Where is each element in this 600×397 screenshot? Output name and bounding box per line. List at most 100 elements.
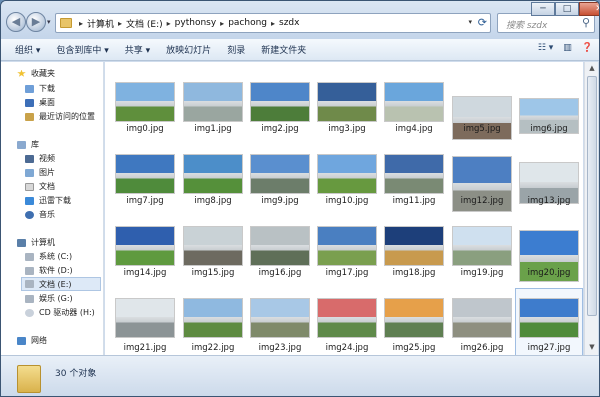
nav-recent-places[interactable]: 最近访问的位置 bbox=[25, 111, 95, 122]
nav-drive-c[interactable]: 系统 (C:) bbox=[25, 251, 72, 262]
nav-thunder-downloads[interactable]: 迅雷下载 bbox=[25, 195, 71, 206]
breadcrumb-szdx[interactable]: szdx bbox=[279, 18, 299, 28]
image-thumbnail[interactable] bbox=[317, 154, 377, 194]
search-box[interactable]: 搜索 szdx ⚲ bbox=[497, 13, 595, 33]
address-history-dropdown-icon[interactable]: ▾ bbox=[468, 18, 472, 26]
address-bar[interactable]: ▸ 计算机 ▸ 文档 (E:) ▸ pythonsy ▸ pachong ▸ s… bbox=[55, 13, 491, 33]
breadcrumb-computer[interactable]: 计算机 bbox=[87, 17, 114, 30]
file-name: img0.jpg bbox=[126, 124, 164, 134]
library-icon bbox=[17, 140, 26, 149]
drive-icon bbox=[25, 252, 34, 261]
nav-drive-h-label: CD 驱动器 (H:) bbox=[39, 308, 95, 317]
file-name: img3.jpg bbox=[328, 124, 366, 134]
nav-videos[interactable]: 视频 bbox=[25, 153, 55, 164]
chevron-right-icon[interactable]: ▸ bbox=[118, 19, 122, 28]
file-name: img5.jpg bbox=[463, 124, 501, 134]
chevron-right-icon[interactable]: ▸ bbox=[220, 19, 224, 28]
include-in-library-menu[interactable]: 包含到库中 ▾ bbox=[48, 43, 116, 56]
maximize-button[interactable]: □ bbox=[555, 2, 579, 16]
image-thumbnail[interactable] bbox=[452, 226, 512, 266]
image-thumbnail[interactable] bbox=[250, 154, 310, 194]
scrollbar-thumb[interactable] bbox=[587, 76, 597, 316]
nav-cd-drive[interactable]: CD 驱动器 (H:) bbox=[25, 307, 95, 318]
image-thumbnail[interactable] bbox=[183, 154, 243, 194]
slideshow-button[interactable]: 放映幻灯片 bbox=[158, 43, 219, 56]
window-controls: ─ □ ✕ bbox=[531, 2, 599, 16]
image-thumbnail[interactable] bbox=[250, 82, 310, 122]
organize-menu[interactable]: 组织 ▾ bbox=[1, 43, 48, 56]
burn-button[interactable]: 刻录 bbox=[219, 43, 253, 56]
nav-computer[interactable]: 计算机 bbox=[17, 237, 55, 248]
image-thumbnail[interactable] bbox=[384, 226, 444, 266]
chevron-right-icon[interactable]: ▸ bbox=[167, 19, 171, 28]
image-thumbnail[interactable] bbox=[250, 298, 310, 338]
file-name: img22.jpg bbox=[191, 343, 235, 353]
nav-network-label: 网络 bbox=[31, 336, 47, 345]
file-name: img16.jpg bbox=[258, 268, 302, 278]
nav-music-label: 音乐 bbox=[39, 210, 55, 219]
image-thumbnail[interactable] bbox=[384, 298, 444, 338]
image-thumbnail[interactable] bbox=[115, 154, 175, 194]
nav-desktop-label: 桌面 bbox=[39, 98, 55, 107]
image-thumbnail[interactable] bbox=[317, 298, 377, 338]
image-thumbnail[interactable] bbox=[183, 82, 243, 122]
scroll-up-icon[interactable]: ▲ bbox=[587, 64, 597, 74]
nav-desktop[interactable]: 桌面 bbox=[25, 97, 55, 108]
chevron-right-icon[interactable]: ▸ bbox=[79, 19, 83, 28]
nav-network[interactable]: 网络 bbox=[17, 335, 47, 346]
scroll-down-icon[interactable]: ▼ bbox=[587, 343, 597, 353]
back-button[interactable]: ◀ bbox=[6, 12, 26, 32]
file-name: img18.jpg bbox=[392, 268, 436, 278]
nav-computer-label: 计算机 bbox=[31, 238, 55, 247]
image-thumbnail[interactable] bbox=[452, 298, 512, 338]
file-name: img17.jpg bbox=[325, 268, 369, 278]
image-thumbnail[interactable] bbox=[115, 82, 175, 122]
file-name: img26.jpg bbox=[460, 343, 504, 353]
nav-drive-g-label: 娱乐 (G:) bbox=[39, 294, 73, 303]
file-name: img2.jpg bbox=[261, 124, 299, 134]
image-thumbnail[interactable] bbox=[519, 298, 579, 338]
nav-pictures[interactable]: 图片 bbox=[25, 167, 55, 178]
file-name: img19.jpg bbox=[460, 268, 504, 278]
image-thumbnail[interactable] bbox=[384, 154, 444, 194]
nav-music[interactable]: 音乐 bbox=[25, 209, 55, 220]
file-name: img15.jpg bbox=[191, 268, 235, 278]
nav-documents[interactable]: 文档 bbox=[25, 181, 55, 192]
image-thumbnail[interactable] bbox=[183, 226, 243, 266]
refresh-icon[interactable]: ⟳ bbox=[478, 16, 487, 29]
change-view-icon[interactable]: ☷ ▾ bbox=[538, 43, 553, 53]
share-menu[interactable]: 共享 ▾ bbox=[117, 43, 158, 56]
image-thumbnail[interactable] bbox=[183, 298, 243, 338]
image-thumbnail[interactable] bbox=[384, 82, 444, 122]
help-icon[interactable]: ❓ bbox=[582, 43, 593, 53]
preview-pane-icon[interactable]: ▥ bbox=[563, 43, 572, 53]
image-thumbnail[interactable] bbox=[250, 226, 310, 266]
breadcrumb-pachong[interactable]: pachong bbox=[228, 18, 267, 28]
forward-button[interactable]: ▶ bbox=[26, 12, 46, 32]
minimize-button[interactable]: ─ bbox=[531, 2, 555, 16]
nav-recent-label: 最近访问的位置 bbox=[39, 112, 95, 121]
nav-downloads[interactable]: 下载 bbox=[25, 83, 55, 94]
nav-favorites[interactable]: 收藏夹 bbox=[17, 68, 55, 79]
download-folder-icon bbox=[25, 84, 34, 93]
folder-icon bbox=[60, 18, 72, 28]
image-thumbnail[interactable] bbox=[115, 298, 175, 338]
recent-pages-dropdown-icon[interactable]: ▾ bbox=[47, 18, 51, 26]
image-thumbnail[interactable] bbox=[317, 226, 377, 266]
nav-drive-c-label: 系统 (C:) bbox=[39, 252, 73, 261]
chevron-right-icon[interactable]: ▸ bbox=[271, 19, 275, 28]
file-name: img9.jpg bbox=[261, 196, 299, 206]
close-button[interactable]: ✕ bbox=[579, 2, 599, 16]
nav-drive-e[interactable]: 文档 (E:) bbox=[21, 277, 101, 291]
nav-drive-g[interactable]: 娱乐 (G:) bbox=[25, 293, 73, 304]
new-folder-button[interactable]: 新建文件夹 bbox=[253, 43, 314, 56]
breadcrumb-pythonsy[interactable]: pythonsy bbox=[175, 18, 217, 28]
file-name: img13.jpg bbox=[527, 196, 571, 206]
nav-libraries[interactable]: 库 bbox=[17, 139, 39, 150]
vertical-scrollbar[interactable]: ▲ ▼ bbox=[584, 62, 598, 355]
image-thumbnail[interactable] bbox=[115, 226, 175, 266]
breadcrumb-drive-e[interactable]: 文档 (E:) bbox=[126, 17, 163, 30]
image-thumbnail[interactable] bbox=[317, 82, 377, 122]
nav-drive-d[interactable]: 软件 (D:) bbox=[25, 265, 73, 276]
search-icon[interactable]: ⚲ bbox=[582, 16, 590, 29]
